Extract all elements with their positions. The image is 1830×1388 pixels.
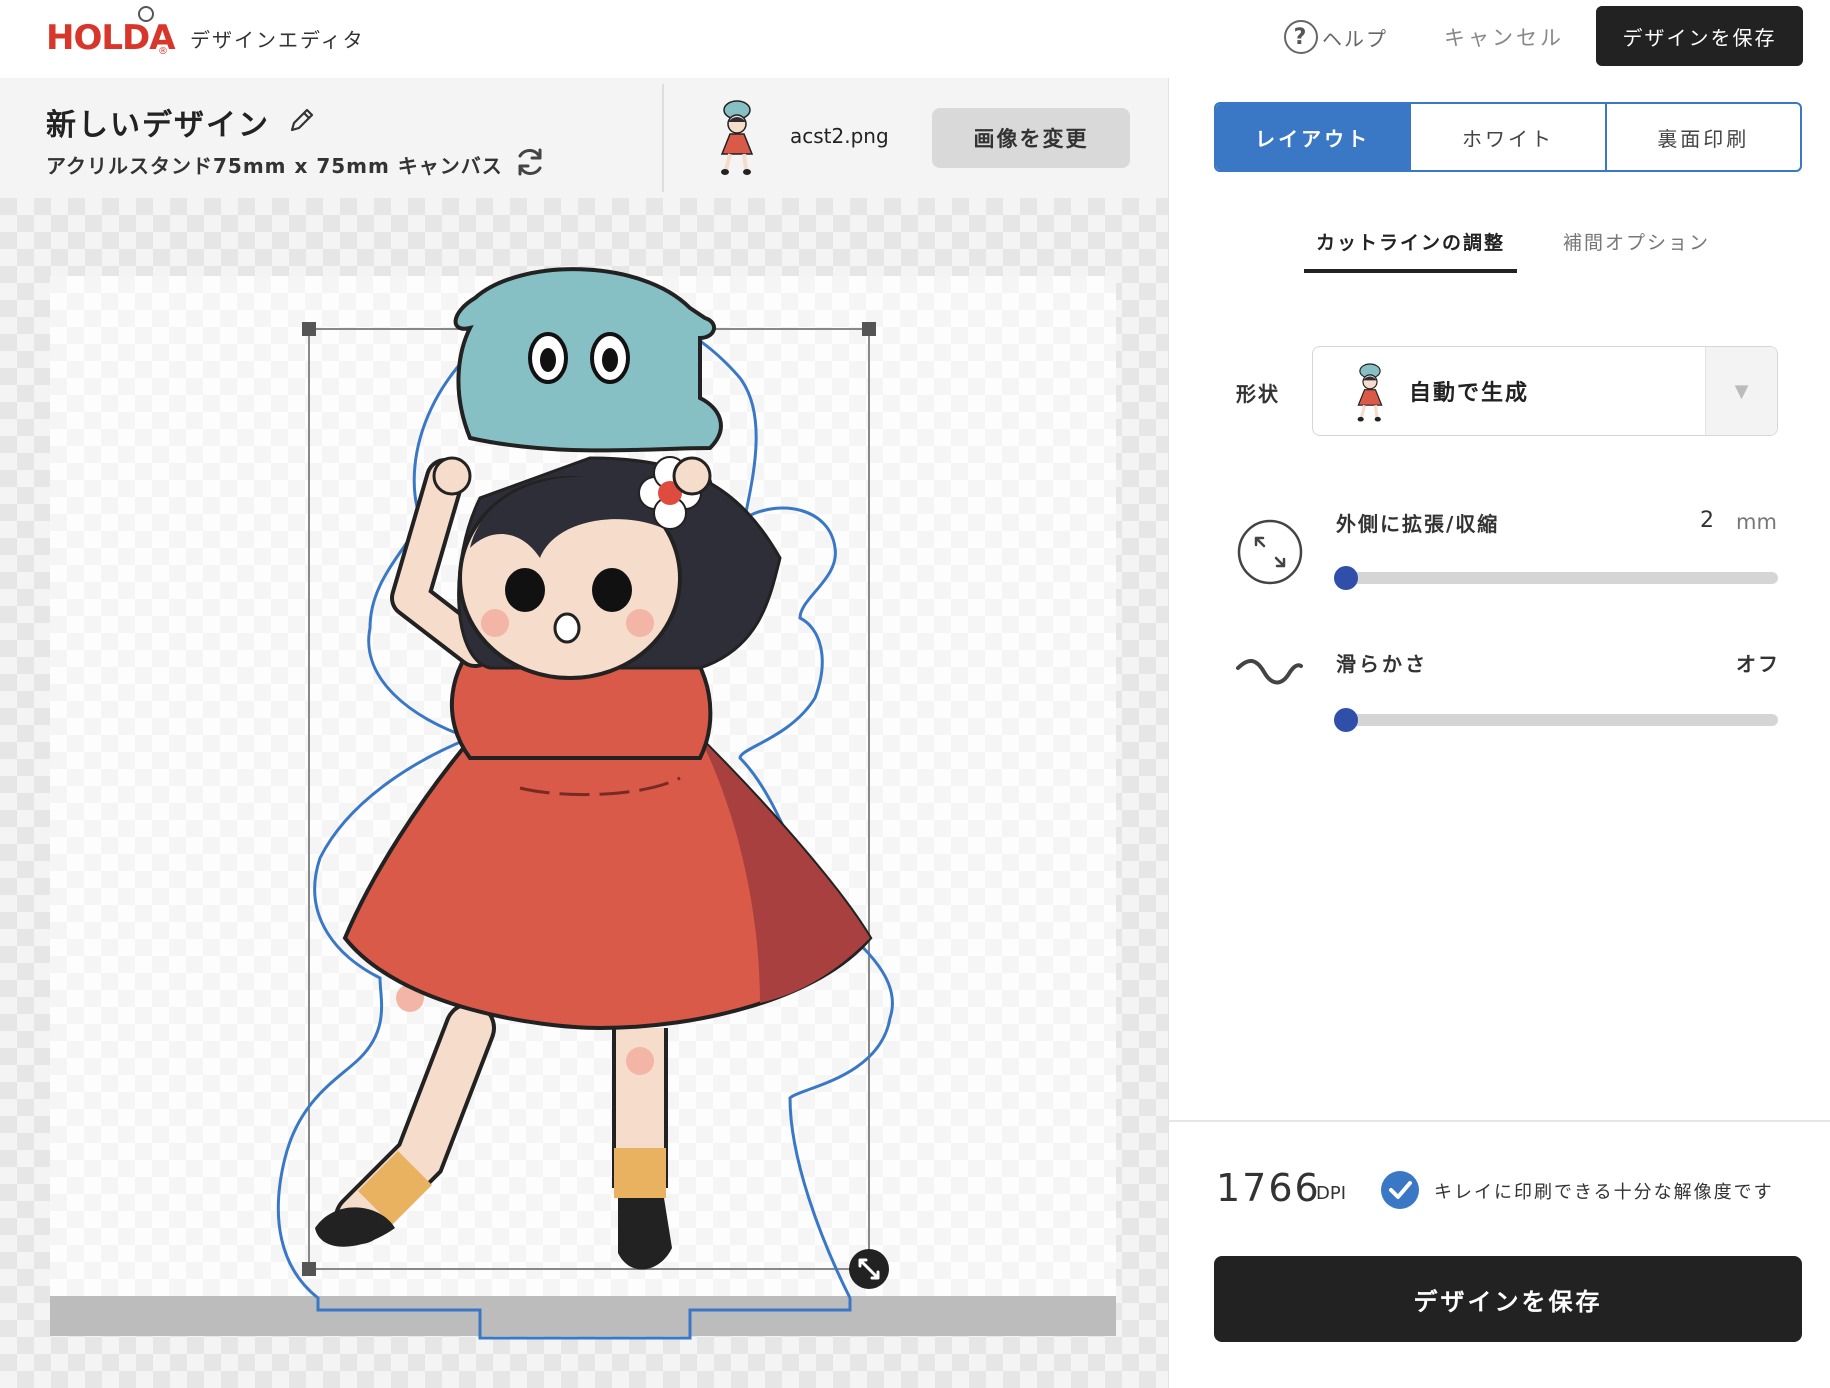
expand-value: 2 xyxy=(1700,508,1714,533)
design-title: 新しいデザイン xyxy=(46,108,270,143)
expand-label: 外側に拡張/収縮 xyxy=(1336,512,1500,536)
handle-bottom-left xyxy=(302,1262,316,1276)
smoothness-label: 滑らかさ xyxy=(1336,652,1428,676)
subtab-interpolation-options[interactable]: 補間オプション xyxy=(1551,228,1722,273)
shape-thumbnail xyxy=(1357,363,1383,422)
logo-text: HOLDA xyxy=(46,18,176,58)
save-design-button-top[interactable]: デザインを保存 xyxy=(1596,6,1803,66)
refresh-icon[interactable] xyxy=(512,144,548,180)
holda-logo[interactable]: HOLDA ® xyxy=(46,6,176,62)
resolution-message: キレイに印刷できる十分な解像度です xyxy=(1434,1182,1774,1203)
expand-unit: mm xyxy=(1736,510,1777,534)
pencil-edit-icon[interactable] xyxy=(286,104,318,136)
resize-handle-icon xyxy=(849,1249,889,1289)
smoothness-slider-track[interactable] xyxy=(1334,714,1778,726)
smoothness-slider-thumb[interactable] xyxy=(1334,708,1358,732)
image-thumbnail xyxy=(720,100,754,175)
wave-icon xyxy=(1236,659,1303,685)
handle-top-right xyxy=(862,322,876,336)
expand-slider-thumb[interactable] xyxy=(1334,566,1358,590)
logo-keyring-icon xyxy=(138,6,154,22)
smoothness-value: オフ xyxy=(1736,652,1780,676)
chevron-down-icon: ▼ xyxy=(1705,347,1777,435)
top-bar: HOLDA ® デザインエディタ ? ヘルプ キャンセル デザインを保存 xyxy=(0,0,1830,78)
subtab-cutline-adjust[interactable]: カットラインの調整 xyxy=(1304,228,1518,273)
check-circle-icon xyxy=(1381,1171,1419,1209)
shape-value: 自動で生成 xyxy=(1409,381,1530,406)
save-design-button[interactable]: デザインを保存 xyxy=(1214,1256,1802,1342)
canvas-spec: アクリルスタンド75mm x 75mm キャンバス xyxy=(46,154,503,178)
design-canvas[interactable] xyxy=(0,198,1168,1388)
tab-white[interactable]: ホワイト xyxy=(1411,104,1607,170)
sub-tabs: カットラインの調整 補間オプション xyxy=(1304,228,1722,273)
expand-shrink-icon xyxy=(1237,519,1303,585)
expand-slider-track[interactable] xyxy=(1334,572,1778,584)
tab-back-print[interactable]: 裏面印刷 xyxy=(1607,104,1800,170)
registered-mark: ® xyxy=(158,46,168,57)
header-divider xyxy=(662,84,664,192)
dpi-unit: DPI xyxy=(1316,1183,1347,1204)
main-tabs: レイアウト ホワイト 裏面印刷 xyxy=(1214,102,1802,172)
help-label: ヘルプ xyxy=(1322,26,1388,51)
figure-artwork[interactable] xyxy=(0,198,1168,1388)
shape-label: 形状 xyxy=(1236,382,1280,406)
shape-select[interactable]: 自動で生成 ▼ xyxy=(1312,346,1778,436)
help-button[interactable]: ? ヘルプ xyxy=(1284,18,1388,56)
change-image-button[interactable]: 画像を変更 xyxy=(932,108,1130,168)
handle-top-left xyxy=(302,322,316,336)
tab-layout[interactable]: レイアウト xyxy=(1216,104,1412,170)
panel-divider xyxy=(1168,78,1169,1388)
file-name: acst2.png xyxy=(790,124,889,148)
dpi-value: 1766 xyxy=(1216,1166,1321,1210)
cancel-button[interactable]: キャンセル xyxy=(1444,22,1564,52)
design-header: 新しいデザイン アクリルスタンド75mm x 75mm キャンバス acst2.… xyxy=(0,78,1168,198)
question-circle-icon: ? xyxy=(1284,20,1318,54)
app-subtitle: デザインエディタ xyxy=(190,28,365,52)
bottom-divider xyxy=(1168,1120,1830,1122)
